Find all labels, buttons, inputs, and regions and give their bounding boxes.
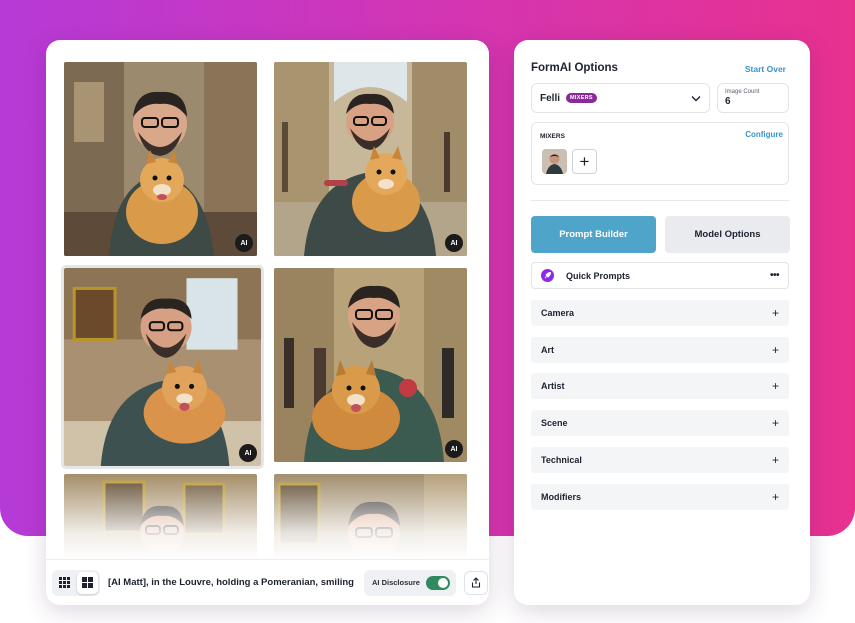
model-name: Felli — [540, 92, 561, 104]
gallery-card: AI AI AI AI [AI Matt], in the Louvre, ho… — [46, 40, 489, 605]
gallery-fade-overlay — [46, 470, 489, 560]
ai-disclosure-switch[interactable] — [425, 575, 450, 590]
expand-icon: + — [771, 453, 779, 467]
chevron-down-icon — [691, 95, 701, 101]
generated-image-3[interactable]: AI — [61, 265, 264, 469]
section-artist[interactable]: Artist + — [531, 373, 789, 399]
quick-prompts-label: Quick Prompts — [566, 270, 631, 281]
generated-image-4[interactable]: AI — [274, 268, 467, 462]
options-panel: FormAI Options Start Over Felli MIXERS I… — [514, 40, 810, 605]
tab-prompt-builder[interactable]: Prompt Builder — [531, 216, 656, 253]
mixers-label: MIXERS — [540, 133, 565, 140]
model-select[interactable]: Felli MIXERS — [531, 83, 710, 113]
share-icon — [471, 577, 480, 588]
section-art[interactable]: Art + — [531, 337, 789, 363]
expand-icon: + — [771, 306, 779, 320]
mixers-section: MIXERS Configure + — [531, 122, 789, 185]
configure-link[interactable]: Configure — [745, 130, 783, 139]
section-label: Scene — [541, 418, 568, 428]
share-button[interactable] — [463, 570, 488, 595]
section-label: Technical — [541, 455, 582, 465]
add-mixer-button[interactable]: + — [572, 149, 597, 174]
section-modifiers[interactable]: Modifiers + — [531, 484, 789, 510]
section-label: Modifiers — [541, 492, 582, 502]
ai-disclosure-label: AI Disclosure — [372, 578, 420, 587]
ai-badge: AI — [239, 444, 257, 462]
ai-badge: AI — [235, 234, 253, 252]
view-mode-toggle — [52, 569, 100, 596]
grid-small-icon[interactable] — [54, 572, 75, 594]
image-count-field[interactable]: Image Count 6 — [717, 83, 789, 113]
panel-title: FormAI Options — [531, 62, 618, 74]
image-count-label: Image Count — [725, 89, 760, 95]
expand-icon: + — [771, 379, 779, 393]
gallery-toolbar: [AI Matt], in the Louvre, holding a Pome… — [46, 559, 489, 605]
mixers-pill: MIXERS — [566, 93, 597, 103]
ai-disclosure-toggle[interactable]: AI Disclosure — [364, 569, 456, 596]
ai-badge: AI — [445, 440, 463, 458]
more-options-icon[interactable]: ••• — [770, 270, 780, 281]
section-label: Art — [541, 345, 554, 355]
image-count-value: 6 — [725, 96, 731, 107]
expand-icon: + — [771, 343, 779, 357]
ai-badge: AI — [445, 234, 463, 252]
generated-image-2[interactable]: AI — [274, 62, 467, 256]
section-scene[interactable]: Scene + — [531, 410, 789, 436]
generated-image-1[interactable]: AI — [64, 62, 257, 256]
grid-large-icon[interactable] — [77, 571, 98, 594]
image-2-art — [274, 62, 467, 256]
prompt-caption: [AI Matt], in the Louvre, holding a Pome… — [108, 577, 354, 588]
section-camera[interactable]: Camera + — [531, 300, 789, 326]
quick-prompts-row[interactable]: Quick Prompts ••• — [531, 262, 789, 289]
image-4-art — [274, 268, 467, 462]
avatar-image — [542, 149, 567, 174]
expand-icon: + — [771, 416, 779, 430]
divider — [531, 200, 789, 201]
start-over-link[interactable]: Start Over — [745, 64, 786, 74]
rocket-icon — [541, 269, 554, 282]
expand-icon: + — [771, 490, 779, 504]
mixer-avatar[interactable] — [542, 149, 567, 174]
image-1-art — [64, 62, 257, 256]
section-technical[interactable]: Technical + — [531, 447, 789, 473]
section-label: Camera — [541, 308, 575, 318]
section-label: Artist — [541, 381, 565, 391]
tab-model-options[interactable]: Model Options — [665, 216, 790, 253]
image-3-art — [64, 268, 261, 466]
